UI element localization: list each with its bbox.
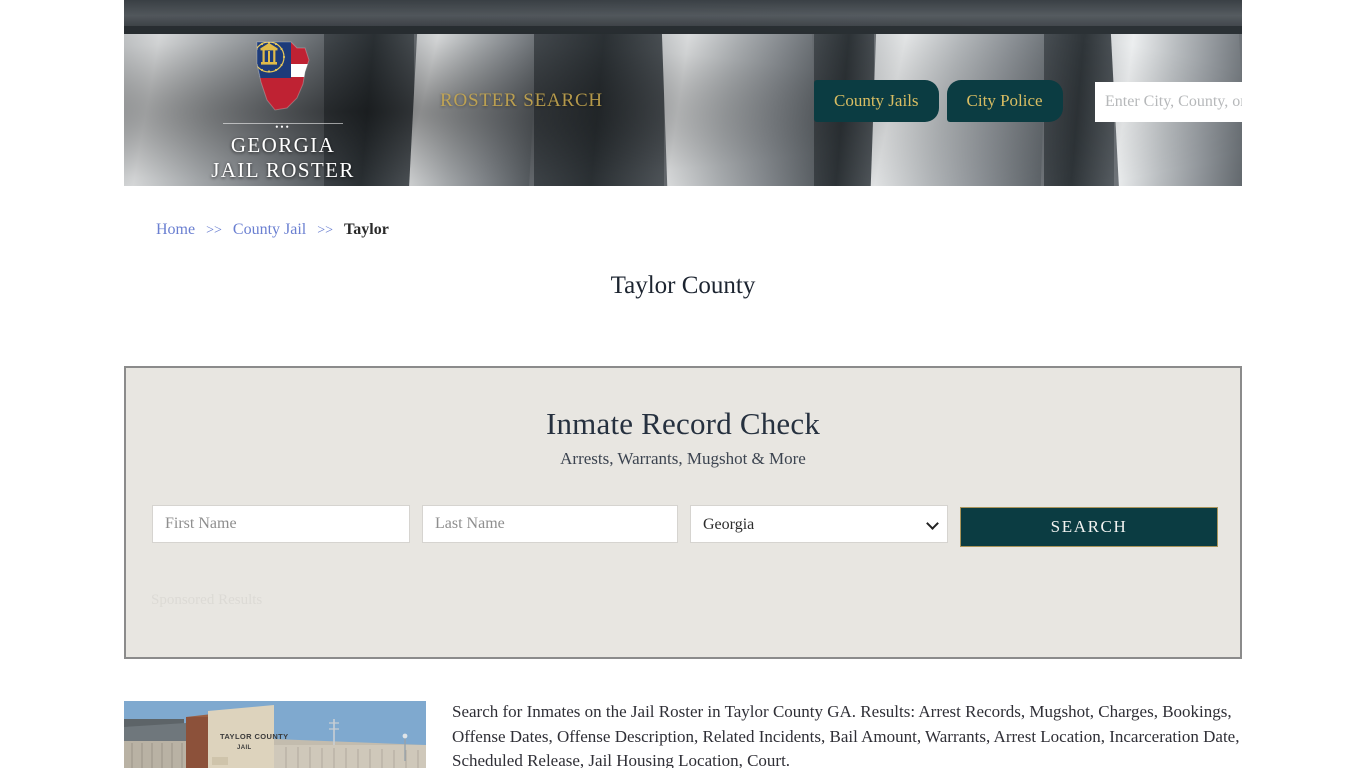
state-select[interactable]: Georgia	[690, 505, 948, 543]
page-root: ••• GEORGIA JAIL ROSTER ROSTER SEARCH Co…	[0, 0, 1366, 768]
header-nav: County Jails City Police	[814, 80, 1063, 122]
nav-city-police[interactable]: City Police	[946, 80, 1063, 122]
page-title: Taylor County	[610, 272, 756, 299]
first-name-input[interactable]	[152, 505, 410, 543]
site-logo[interactable]: ••• GEORGIA JAIL ROSTER	[188, 38, 378, 183]
logo-text-line1: GEORGIA	[230, 133, 336, 157]
breadcrumb-current: Taylor	[344, 221, 389, 238]
site-header: ••• GEORGIA JAIL ROSTER ROSTER SEARCH Co…	[124, 0, 1242, 186]
roster-search-tagline: ROSTER SEARCH	[440, 90, 603, 111]
nav-county-jails[interactable]: County Jails	[814, 80, 939, 122]
breadcrumb-separator-1: >>	[206, 223, 222, 238]
breadcrumb-county-jail[interactable]: County Jail	[233, 221, 306, 238]
page-description: Search for Inmates on the Jail Roster in…	[452, 702, 1240, 768]
georgia-state-flag-icon	[247, 38, 319, 114]
logo-text-line2: JAIL ROSTER	[211, 158, 355, 182]
panel-subheading: Arrests, Warrants, Mugshot & More	[560, 449, 806, 468]
svg-text:JAIL: JAIL	[237, 745, 252, 751]
breadcrumb-home[interactable]: Home	[156, 221, 195, 238]
sponsored-results-label: Sponsored Results	[151, 592, 263, 608]
header-search-input[interactable]	[1095, 82, 1242, 122]
record-search-button[interactable]: SEARCH	[960, 507, 1218, 547]
taylor-county-jail-photo[interactable]: TAYLOR COUNTY JAIL	[124, 701, 426, 768]
breadcrumb-separator-2: >>	[317, 223, 334, 238]
record-search-form: Georgia SEARCH	[152, 505, 1218, 547]
header-search	[1095, 82, 1242, 124]
inmate-record-check-panel: Inmate Record Check Arrests, Warrants, M…	[124, 366, 1242, 659]
state-select-wrapper: Georgia	[690, 505, 948, 543]
panel-heading: Inmate Record Check	[545, 406, 821, 441]
breadcrumb: Home >> County Jail >> Taylor	[156, 221, 389, 239]
last-name-input[interactable]	[422, 505, 678, 543]
logo-dots: •••	[275, 122, 291, 132]
